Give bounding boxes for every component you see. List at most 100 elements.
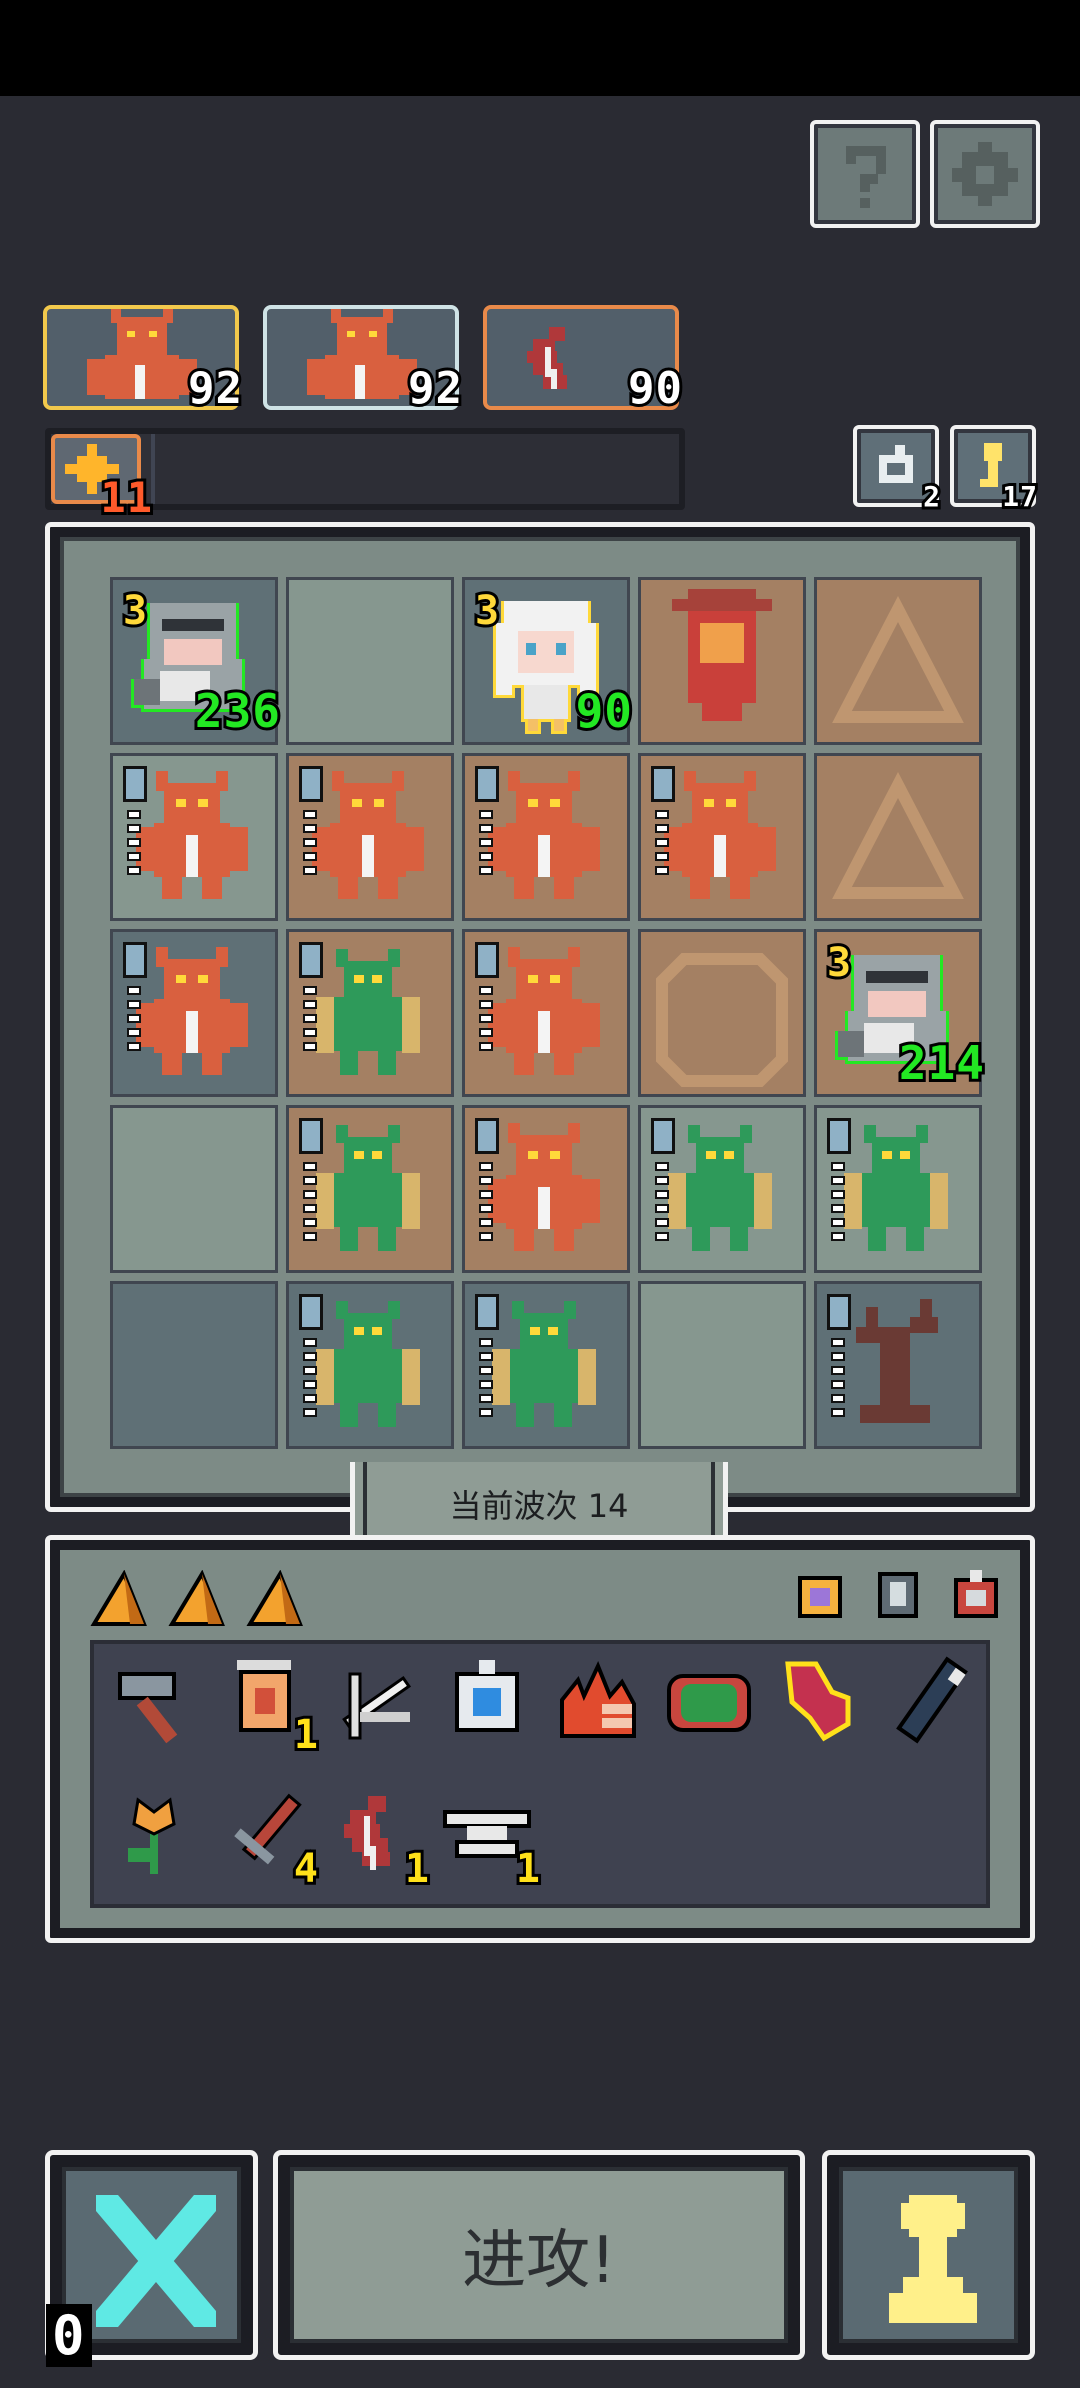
inventory-item[interactable]: 1 — [437, 1786, 543, 1895]
red-fish-icon — [785, 1661, 851, 1742]
board-cell[interactable]: 3 236 — [110, 577, 283, 745]
board-cell[interactable] — [814, 1281, 982, 1449]
board-cell[interactable] — [110, 1281, 278, 1449]
inventory-item[interactable]: 4 — [215, 1786, 321, 1895]
unit-level: 3 — [472, 585, 502, 637]
unit-level-empty — [123, 942, 147, 978]
unit-pips — [127, 810, 141, 875]
enemy-portrait[interactable]: 90 — [483, 305, 685, 417]
inventory-item[interactable] — [104, 1786, 204, 1886]
unit-level-empty — [475, 1294, 499, 1330]
board-cell[interactable] — [638, 577, 806, 745]
unit-pips — [831, 1338, 845, 1417]
board-cell[interactable] — [814, 753, 982, 921]
board-cell[interactable] — [638, 1105, 806, 1273]
reroll-counter[interactable]: 2 — [853, 425, 943, 516]
flower-icon — [128, 1797, 176, 1874]
board-cell[interactable] — [462, 753, 630, 921]
inventory-item[interactable] — [548, 1652, 648, 1752]
inventory-items: 1 4 1 1 — [90, 1640, 990, 1908]
item-count: 1 — [513, 1843, 543, 1895]
unit-pips — [655, 810, 669, 875]
board-cell[interactable] — [462, 929, 630, 1097]
board-cell[interactable] — [110, 1105, 278, 1273]
game-board: 3 236 3 90 3 214 — [45, 522, 1035, 1512]
inventory-item[interactable] — [659, 1652, 759, 1752]
hammer-icon — [118, 1672, 178, 1744]
inventory-panel: 1 4 1 1 — [45, 1535, 1035, 1943]
board-cell[interactable] — [814, 577, 982, 745]
board-cell[interactable] — [286, 577, 454, 745]
enemy-portrait[interactable]: 92 — [43, 305, 245, 417]
enemy-value: 92 — [405, 360, 465, 417]
board-cell[interactable]: 3 90 — [462, 577, 635, 745]
unit-pips — [303, 1162, 317, 1241]
inventory-item[interactable] — [437, 1652, 537, 1752]
board-cell[interactable] — [462, 1281, 630, 1449]
board-grid: 3 236 3 90 3 214 — [110, 577, 995, 1457]
key-counter[interactable]: 17 — [950, 425, 1040, 516]
unit-pips — [303, 986, 317, 1051]
inventory-item[interactable] — [881, 1652, 981, 1752]
inventory-item[interactable] — [104, 1652, 204, 1752]
item-count: 1 — [402, 1843, 432, 1895]
board-cell[interactable] — [462, 1105, 630, 1273]
status-bar — [0, 0, 1080, 96]
board-cell[interactable] — [638, 929, 806, 1097]
board-cell[interactable] — [814, 1105, 982, 1273]
buff-bar: 11 — [45, 428, 685, 525]
orange-wedge-icon[interactable] — [168, 1570, 226, 1628]
inventory-item[interactable] — [326, 1652, 426, 1752]
board-cell[interactable] — [286, 753, 454, 921]
gear-icon — [952, 142, 1018, 206]
board-cell[interactable] — [286, 1281, 454, 1449]
red-ring-icon[interactable] — [946, 1564, 1006, 1624]
orange-wedge-icon[interactable] — [90, 1570, 148, 1628]
settings-button[interactable] — [930, 120, 1040, 228]
unit-pips — [479, 986, 493, 1051]
crossbow-icon — [342, 1672, 412, 1740]
enemy-portrait[interactable]: 92 — [263, 305, 465, 417]
board-cell[interactable] — [110, 929, 278, 1097]
unit-level: 3 — [120, 585, 150, 637]
inventory-item[interactable]: 1 — [215, 1652, 321, 1761]
board-cell[interactable] — [638, 753, 806, 921]
buff-slot[interactable]: 11 — [51, 434, 155, 525]
enemy-value: 90 — [625, 360, 685, 417]
green-scarab-icon — [667, 1674, 751, 1732]
board-cell[interactable] — [286, 1105, 454, 1273]
unit-level-empty — [299, 1118, 323, 1154]
board-surface: 3 236 3 90 3 214 — [60, 537, 1020, 1497]
unit-level-empty — [651, 1118, 675, 1154]
triangle-rune-icon — [832, 771, 964, 899]
octagon-rune-icon — [656, 953, 788, 1087]
red-banner-icon — [672, 589, 772, 721]
attack-label: 进攻! — [462, 2224, 616, 2298]
board-cell[interactable] — [638, 1281, 806, 1449]
flame-icon — [560, 1660, 636, 1738]
unit-pips — [303, 810, 317, 875]
board-cell[interactable]: 3 214 — [814, 929, 987, 1097]
attack-button[interactable]: 进攻! — [273, 2150, 805, 2360]
spiked-armor-icon[interactable] — [868, 1564, 928, 1624]
reroll-value: 2 — [920, 477, 943, 516]
unit-pips — [655, 1162, 669, 1241]
unit-level-empty — [827, 1294, 851, 1330]
unit-hp: 90 — [573, 681, 635, 741]
pawn-button[interactable] — [822, 2150, 1035, 2360]
inventory-item[interactable]: 1 — [326, 1786, 432, 1895]
unit-pips — [303, 1338, 317, 1417]
unit-level-empty — [299, 942, 323, 978]
cancel-button[interactable]: 0 — [45, 2150, 258, 2370]
orange-wedge-icon[interactable] — [246, 1570, 304, 1628]
wave-label: 当前波次 14 — [449, 1486, 629, 1525]
purple-gem-ring-icon[interactable] — [790, 1564, 850, 1624]
unit-hp: 236 — [192, 681, 283, 741]
unit-hp: 214 — [896, 1033, 987, 1093]
item-count: 4 — [291, 1843, 321, 1895]
board-cell[interactable] — [286, 929, 454, 1097]
unit-level-empty — [475, 766, 499, 802]
inventory-item[interactable] — [770, 1652, 870, 1752]
board-cell[interactable] — [110, 753, 278, 921]
help-button[interactable] — [810, 120, 920, 228]
